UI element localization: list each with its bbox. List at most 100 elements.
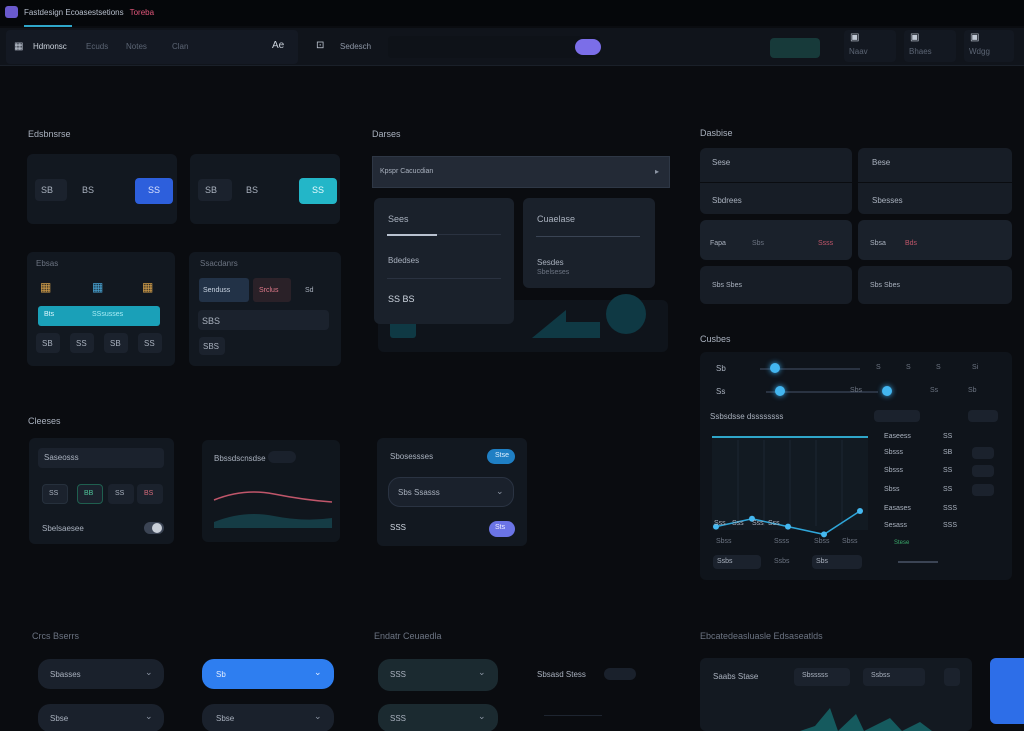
legend-foot: Stese <box>894 540 910 546</box>
analytics-title: Ssbsdsse dssssssss <box>710 412 784 421</box>
data-point[interactable] <box>821 531 827 538</box>
status-toggle[interactable] <box>604 668 636 680</box>
legend-val-2: SB <box>943 449 953 456</box>
legend-name-5: Easases <box>884 505 911 512</box>
app-icon-1[interactable]: ▦ <box>40 280 51 294</box>
under-label-4: Sbss <box>842 538 858 545</box>
slider-a-tick-4: Si <box>972 364 979 371</box>
legend-name-2: Sbsss <box>884 449 904 456</box>
chevron-down-icon: ⌄ <box>496 486 504 496</box>
slider-b-value: Sbs <box>850 387 863 394</box>
highlight-bar-label: Bts <box>44 311 55 318</box>
data-point[interactable] <box>785 523 791 530</box>
legend-val-1: SS <box>943 433 953 440</box>
legend-val-4: SS <box>943 486 953 493</box>
line-chart <box>712 436 868 538</box>
panel-a-item: Bdedses <box>388 256 420 265</box>
legend-name-6: Sesass <box>884 522 907 529</box>
tile-4-value: Bds <box>905 240 918 247</box>
app-icon-2[interactable]: ▦ <box>92 280 103 294</box>
profile-icon: ▣ <box>970 32 980 43</box>
legend-val-5: SSS <box>943 505 958 512</box>
controls-input-text: Saseosss <box>44 453 79 462</box>
footer-chip-2-label: Sbs <box>816 558 829 565</box>
panel-a-value: SS BS <box>388 294 415 304</box>
x-label-1: Sss <box>714 520 726 527</box>
app-icon-3[interactable]: ▦ <box>142 280 153 294</box>
app-icon <box>5 6 18 18</box>
mini-chart-red-line <box>213 491 333 503</box>
small-button-label: SBS <box>203 342 220 351</box>
slider-a-knob[interactable] <box>770 363 780 373</box>
title-accent: Toreba <box>129 8 155 17</box>
side-panel-tab[interactable] <box>990 658 1024 724</box>
nav-item-3[interactable]: Clan <box>172 42 188 51</box>
footer-slider[interactable] <box>898 561 938 563</box>
chevron-down-icon: ⌄ <box>145 711 153 721</box>
section-heading-5: Cusbes <box>700 334 731 344</box>
settings-value: SSS <box>390 523 407 532</box>
slider-c-value: Ss <box>930 387 939 394</box>
expand-icon[interactable] <box>944 668 960 686</box>
mini-chart-pill[interactable] <box>268 451 296 463</box>
legend-chip-3[interactable] <box>972 484 994 496</box>
toggle-a-left-label: SB <box>41 185 54 195</box>
mini-chart-title: Bbssdscnsdse <box>214 454 266 463</box>
chevron-down-icon: ⌄ <box>478 667 486 677</box>
bottom-card-title: Saabs Stase <box>713 672 759 681</box>
monitor-icon[interactable] <box>770 38 820 58</box>
slider-c-knob[interactable] <box>882 386 892 396</box>
primary-button-b-label: SS <box>312 185 325 195</box>
tile-1-label: Sese <box>712 158 731 167</box>
icon-grid-title: Ebsas <box>36 259 59 268</box>
data-point[interactable] <box>857 508 863 514</box>
footer-label: Ssbs <box>774 558 790 565</box>
search-label: Sedesch <box>340 42 372 51</box>
tile-1-sub: Sbdrees <box>712 196 742 205</box>
bottom-spark-area <box>760 708 932 731</box>
tab-3-label[interactable]: Sd <box>305 287 314 294</box>
tile-5-label: Sbs Sbes <box>712 282 742 289</box>
panel-b-title: Cuaelase <box>537 214 576 224</box>
select-3-value: SSS <box>390 670 407 679</box>
select-1-value: Sbasses <box>50 670 81 679</box>
section-heading-2: Darses <box>372 129 401 139</box>
nav-item-1[interactable]: Ecuds <box>86 42 108 51</box>
slider-b-knob[interactable] <box>775 386 785 396</box>
under-label-3: Sbss <box>814 538 830 545</box>
grid-icon[interactable]: ▦ <box>14 41 26 52</box>
section-heading-1: Edsbnsrse <box>28 129 71 139</box>
toggle-b-left-label: SB <box>205 185 218 195</box>
analytics-filter-2[interactable] <box>968 410 998 422</box>
tile-1-split <box>700 182 852 183</box>
slider-a-tick-1: S <box>876 364 881 371</box>
panel-a-divider-2 <box>387 278 501 279</box>
search-button[interactable] <box>575 39 601 55</box>
analytics-filter[interactable] <box>874 410 920 422</box>
legend-name-3: Sbsss <box>884 467 904 474</box>
primary-button-a-label: SS <box>148 185 161 195</box>
tile-2-sub: Sbesses <box>872 196 903 205</box>
toggle-a-mid: BS <box>82 185 95 195</box>
slider-b-label: Ss <box>716 387 726 396</box>
panel-b-item: Sesdes <box>537 258 564 267</box>
control-icon-4-label: BS <box>144 490 154 497</box>
controls-toggle-label: Sbelsaesee <box>42 524 84 533</box>
grid-cell-1-label: SB <box>42 339 53 348</box>
lock-icon: ⊡ <box>316 40 325 51</box>
legend-chip-2[interactable] <box>972 465 994 477</box>
nav-item-2[interactable]: Notes <box>126 42 147 51</box>
mini-chart-svg <box>213 491 333 528</box>
legend-chip-1[interactable] <box>972 447 994 459</box>
select-4-value: Sbse <box>50 714 69 723</box>
search-input[interactable] <box>388 36 600 58</box>
control-icon-1-label: SS <box>49 490 59 497</box>
nav-item-4[interactable]: Ae <box>272 40 284 51</box>
slider-a-tick-2: S <box>906 364 911 371</box>
bottom-spark-chart <box>760 708 932 731</box>
backdrop-triangle <box>532 310 566 338</box>
under-label-2: Ssss <box>774 538 790 545</box>
settings-select-value: Sbs Ssasss <box>398 488 440 497</box>
settings-button-label: Sts <box>495 524 506 531</box>
nav-home[interactable]: Hdmonsc <box>33 42 67 51</box>
